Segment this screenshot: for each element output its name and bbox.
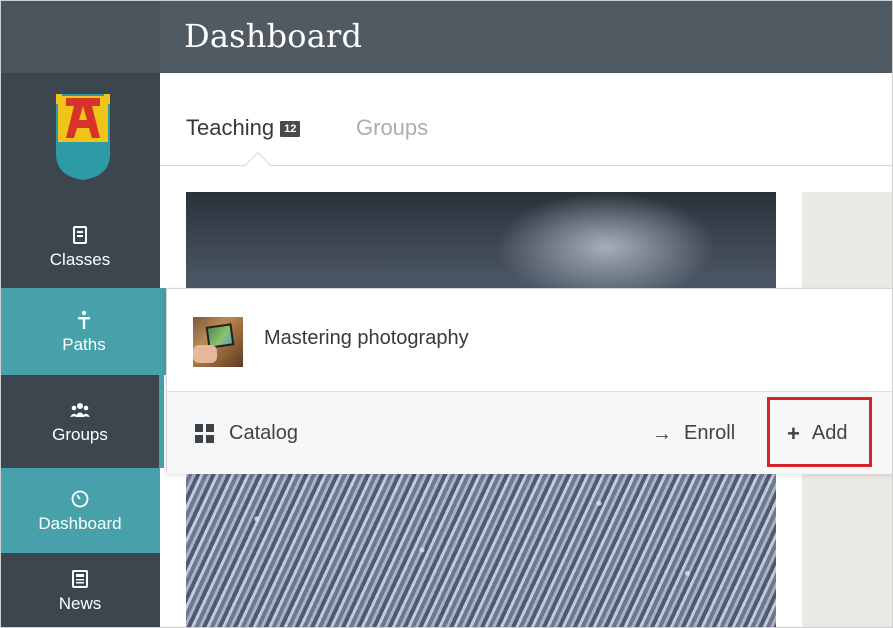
count-badge: 12 <box>280 121 301 137</box>
sidebar-item-label: Dashboard <box>38 513 122 533</box>
top-header: Dashboard <box>0 0 893 73</box>
enroll-label: Enroll <box>684 422 736 444</box>
sidebar-item-dashboard[interactable]: Dashboard <box>0 468 160 553</box>
grid-icon <box>195 424 214 443</box>
signpost-icon <box>76 309 92 331</box>
sidebar-item-groups[interactable]: Groups <box>0 375 164 468</box>
enroll-button[interactable]: → Enroll <box>652 422 735 445</box>
tab-bar: Teaching 12 Groups <box>160 73 893 166</box>
sidebar-item-label: Classes <box>49 250 111 269</box>
tab-label: Groups <box>356 115 429 140</box>
thumbnail-hand <box>193 345 217 363</box>
catalog-button[interactable]: Catalog <box>195 422 298 445</box>
sidebar-item-label: News <box>58 593 102 613</box>
course-title: Mastering photography <box>264 327 469 349</box>
arrow-right-icon: → <box>652 422 672 445</box>
sidebar-item-paths[interactable]: Paths <box>0 288 168 375</box>
course-thumbnail <box>193 317 243 367</box>
sidebar-item-label: Groups <box>52 424 108 444</box>
add-label: Add <box>811 422 848 444</box>
newspaper-icon <box>72 568 88 590</box>
card-image-glow <box>496 192 716 302</box>
catalog-label: Catalog <box>229 422 298 444</box>
tab-label: Teaching <box>186 115 275 140</box>
add-course-popup: Mastering photography Catalog → Enroll +… <box>166 288 893 474</box>
popup-actions: Catalog → Enroll + Add <box>167 392 893 474</box>
course-row[interactable]: Mastering photography <box>167 289 893 392</box>
sidebar-item-news[interactable]: News <box>0 553 160 628</box>
add-button[interactable]: + Add <box>787 422 847 445</box>
tab-teaching[interactable]: Teaching 12 <box>186 115 301 141</box>
gauge-icon <box>71 488 89 510</box>
card-image-frost <box>186 472 776 628</box>
book-icon <box>73 224 87 246</box>
page-title: Dashboard <box>184 17 363 55</box>
app-logo[interactable] <box>52 92 114 182</box>
plus-icon: + <box>787 420 800 446</box>
sidebar-item-classes[interactable]: Classes <box>0 206 160 288</box>
tab-groups[interactable]: Groups <box>356 115 428 141</box>
people-icon <box>70 399 90 421</box>
sidebar-item-label: Paths <box>62 334 106 354</box>
header-corner <box>0 0 160 73</box>
